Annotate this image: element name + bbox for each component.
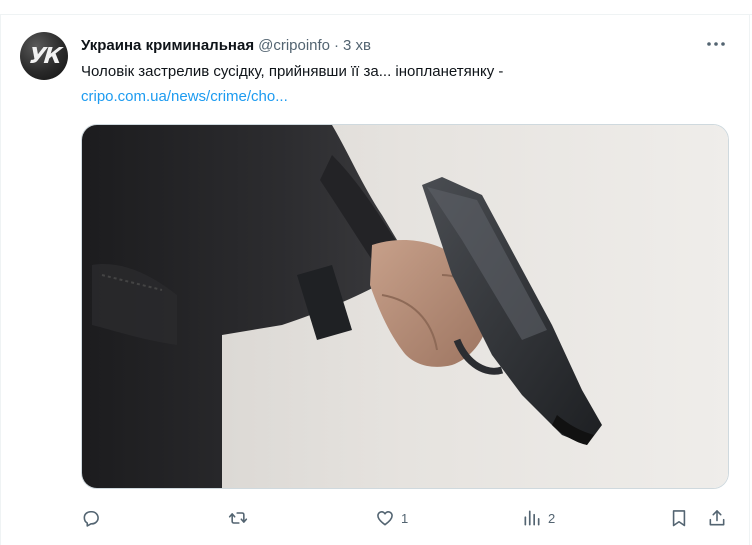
bookmark-icon (672, 510, 686, 527)
tweet-text: Чоловік застрелив сусідку, прийнявши її … (81, 63, 504, 80)
user-handle[interactable]: @cripoinfo (258, 37, 330, 54)
more-options-button[interactable] (704, 34, 728, 54)
retweet-icon (228, 512, 248, 524)
share-icon (709, 510, 725, 526)
display-name[interactable]: Украина криминальная (81, 37, 254, 54)
share-button[interactable] (707, 506, 727, 530)
views-count: 2 (548, 510, 556, 526)
like-count: 1 (401, 510, 409, 526)
more-horizontal-icon (707, 42, 725, 46)
bookmark-button[interactable] (669, 506, 689, 530)
tweet-action-bar: 1 2 (0, 506, 752, 530)
tweet-header: Украина криминальная @cripoinfo · 3 хв (81, 35, 371, 55)
tweet-right-border (749, 14, 750, 545)
tweet-link[interactable]: cripo.com.ua/news/crime/cho... (81, 86, 288, 108)
views-button[interactable]: 2 (522, 506, 555, 530)
timestamp[interactable]: 3 хв (343, 37, 371, 54)
reply-button[interactable] (81, 506, 107, 530)
views-chart-icon (524, 510, 540, 526)
retweet-button[interactable] (228, 506, 254, 530)
tweet-left-border (0, 14, 1, 545)
reply-icon (83, 510, 99, 527)
avatar[interactable]: УК (20, 32, 68, 80)
tweet-top-border (0, 14, 752, 15)
heart-icon (377, 511, 393, 526)
tweet-media-image[interactable] (81, 124, 729, 489)
separator-dot: · (334, 36, 340, 54)
like-button[interactable]: 1 (375, 506, 408, 530)
hand-holding-pistol-photo (82, 125, 728, 488)
avatar-logo-text: УК (27, 43, 61, 69)
